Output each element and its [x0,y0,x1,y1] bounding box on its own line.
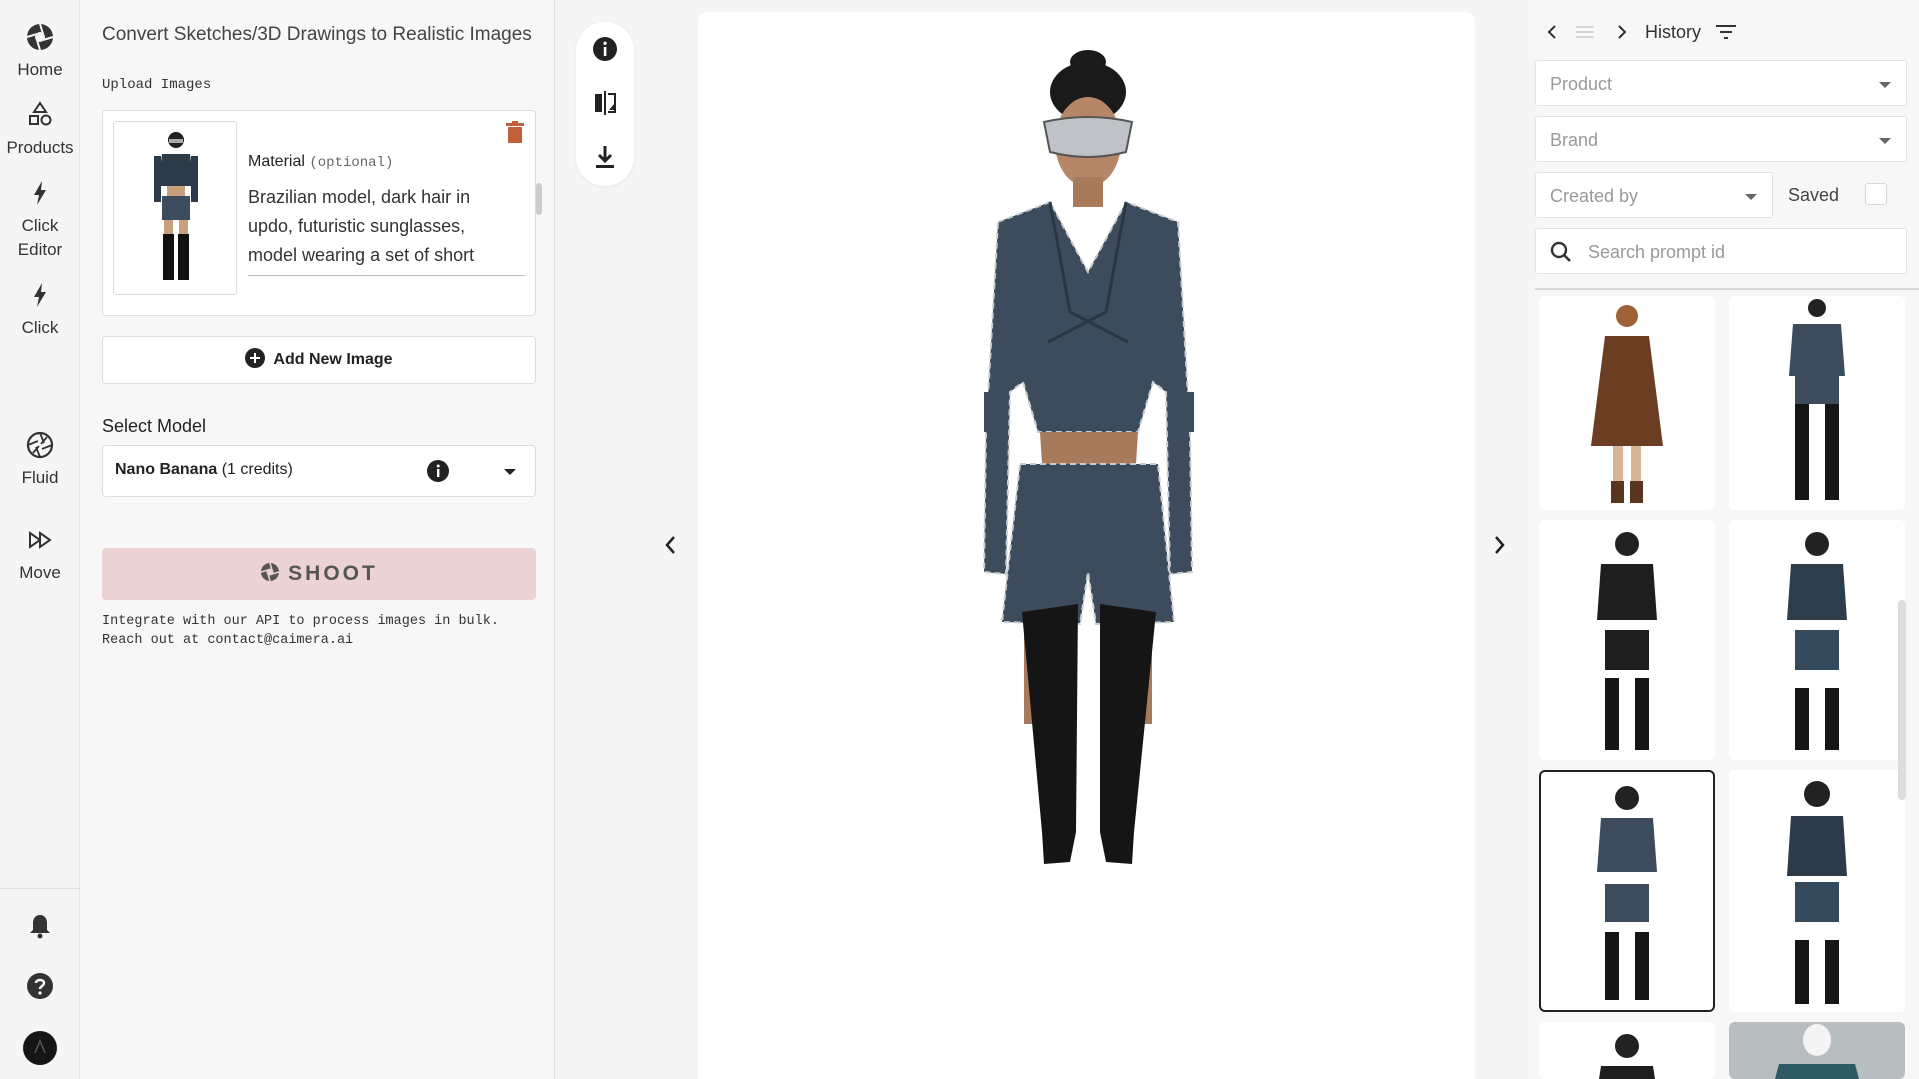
avatar[interactable] [23,1031,57,1065]
nav-label: Click [21,318,59,337]
nav-label: Home [17,60,63,79]
history-thumbnail [1789,299,1845,500]
info-icon[interactable] [427,460,449,482]
nav-label: Click Editor [17,216,63,259]
nav-label: Fluid [21,468,59,487]
search-input[interactable]: Search prompt id [1588,242,1725,263]
nav-label: Products [6,138,74,157]
chevron-down-icon [1879,82,1891,88]
chevron-left-icon[interactable] [1545,24,1559,40]
history-item[interactable] [1539,1022,1715,1079]
textarea-scrollbar[interactable] [536,183,542,215]
trash-icon[interactable] [505,121,525,143]
result-canvas [698,12,1475,1079]
menu-icon[interactable] [1575,24,1595,40]
compare-icon[interactable] [592,90,618,116]
outfit-sketch [154,132,198,280]
material-optional-text: (optional) [309,155,394,171]
bolt-icon [34,283,46,307]
shapes-icon [29,101,52,126]
aperture-icon [260,563,280,582]
model-selected-value: Nano Banana (1 credits) [115,461,293,479]
chevron-down-icon [1879,138,1891,144]
chevron-left-icon[interactable] [662,534,678,556]
help-icon[interactable] [25,971,55,1001]
nav-item-move[interactable]: Move [0,525,80,585]
upload-card: Material (optional) Brazilian model, dar… [102,110,542,316]
history-thumbnail [1591,305,1663,503]
material-label-text: Material [248,153,305,170]
product-placeholder: Product [1550,74,1613,94]
chevron-right-icon[interactable] [1492,534,1508,556]
nav-label: Move [19,563,61,582]
saved-label: Saved [1788,185,1840,205]
history-thumbnail [1597,786,1657,1000]
plus-circle-icon [245,348,266,369]
nav-item-click[interactable]: Click [0,280,80,340]
history-item[interactable] [1729,770,1905,1012]
history-thumbnail [1787,781,1847,1004]
nav-item-home[interactable]: Home [0,22,80,82]
add-new-image-button[interactable]: Add New Image [102,336,536,384]
created-by-select[interactable]: Created by [1535,172,1773,218]
history-thumbnail [1599,1034,1655,1079]
nav-item-fluid[interactable]: Fluid [0,430,80,490]
history-thumbnail [1775,1024,1859,1079]
nav-rail: Home Products Click Editor Click Fluid M… [0,0,80,1079]
history-item-selected[interactable] [1539,770,1715,1012]
material-label: Material (optional) [248,153,393,171]
shoot-button[interactable]: SHOOT [102,548,536,600]
image-toolbar [576,22,634,186]
download-icon[interactable] [592,144,618,170]
brand-select[interactable]: Brand [1535,116,1907,162]
bolt-icon [34,181,46,205]
select-model-label: Select Model [102,416,207,436]
history-scrollbar[interactable] [1898,600,1906,800]
history-item[interactable] [1729,1022,1905,1079]
add-new-image-label: Add New Image [273,351,393,368]
nav-item-products[interactable]: Products [0,100,80,160]
nav-divider [0,888,80,889]
created-by-placeholder: Created by [1550,186,1639,206]
model-select[interactable]: Nano Banana (1 credits) [102,445,536,497]
nav-item-click-editor[interactable]: Click Editor [0,178,80,262]
shoot-label: SHOOT [288,562,378,585]
history-item[interactable] [1729,520,1905,760]
app-root: Home Products Click Editor Click Fluid M… [0,0,1919,1079]
fast-forward-icon [29,531,52,549]
history-divider [1535,288,1919,290]
saved-checkbox[interactable] [1865,183,1887,205]
upload-label: Upload Images [102,77,212,93]
info-icon[interactable] [592,36,618,62]
chevron-right-icon[interactable] [1615,24,1629,40]
uploaded-image-thumbnail[interactable] [113,121,237,295]
material-textarea[interactable]: Brazilian model, dark hair in updo, futu… [248,183,483,270]
search-icon [1550,241,1571,262]
filter-icon[interactable] [1715,24,1737,40]
brand-placeholder: Brand [1550,130,1599,150]
history-panel: History Product Brand Created by Saved S… [1535,0,1919,1079]
generated-model-image[interactable] [698,12,1475,1079]
product-select[interactable]: Product [1535,60,1907,106]
history-item[interactable] [1539,520,1715,760]
history-header: History [1535,18,1919,46]
config-panel: Convert Sketches/3D Drawings to Realisti… [80,0,555,1079]
aperture-icon [26,23,54,51]
chevron-down-icon [1745,194,1757,200]
history-title: History [1645,22,1702,42]
history-thumbnail [1787,532,1847,750]
history-item[interactable] [1539,296,1715,510]
textarea-underline [248,275,525,276]
model-credits: (1 credits) [221,461,293,478]
page-title: Convert Sketches/3D Drawings to Realisti… [102,24,532,45]
search-field[interactable]: Search prompt id [1535,228,1907,274]
model-name: Nano Banana [115,461,218,478]
chevron-down-icon [504,469,516,475]
aperture-outline-icon [26,431,54,459]
history-thumbnail [1597,532,1657,750]
bell-icon[interactable] [25,911,55,941]
history-item[interactable] [1729,296,1905,510]
api-note: Integrate with our API to process images… [102,614,499,648]
